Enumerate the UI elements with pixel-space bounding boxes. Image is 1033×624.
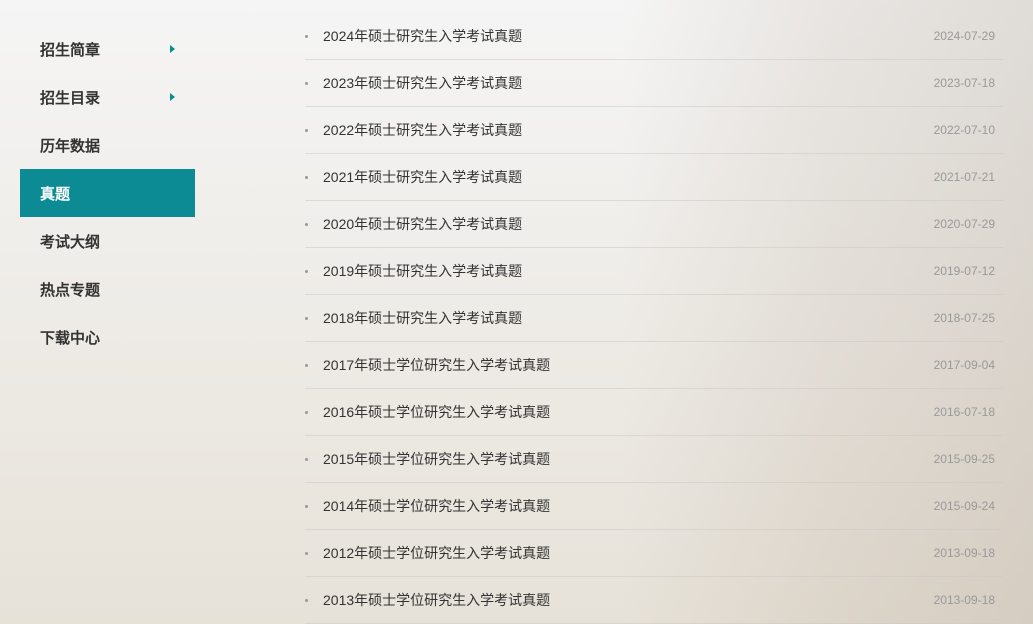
content-list: 2024年硕士研究生入学考试真题 2024-07-29 2023年硕士研究生入学考试…: [305, 25, 1013, 624]
list-item[interactable]: 2012年硕士学位研究生入学考试真题 2013-09-18: [305, 530, 1003, 577]
list-item-left: 2015年硕士学位研究生入学考试真题: [305, 449, 550, 469]
list-item-left: 2014年硕士学位研究生入学考试真题: [305, 496, 550, 516]
list-item[interactable]: 2022年硕士研究生入学考试真题 2022-07-10: [305, 107, 1003, 154]
list-item[interactable]: 2024年硕士研究生入学考试真题 2024-07-29: [305, 13, 1003, 60]
bullet-icon: [305, 129, 308, 132]
sidebar-item-label: 历年数据: [40, 135, 100, 156]
list-item-title: 2012年硕士学位研究生入学考试真题: [323, 543, 550, 563]
list-item-date: 2013-09-18: [934, 546, 1003, 560]
sidebar-item-label: 下载中心: [40, 327, 100, 348]
sidebar-item-6[interactable]: 下载中心: [20, 313, 195, 361]
list-item-left: 2020年硕士研究生入学考试真题: [305, 214, 522, 234]
list-item-date: 2019-07-12: [934, 264, 1003, 278]
list-item-left: 2017年硕士学位研究生入学考试真题: [305, 355, 550, 375]
list-item-title: 2015年硕士学位研究生入学考试真题: [323, 449, 550, 469]
list-item-title: 2023年硕士研究生入学考试真题: [323, 73, 522, 93]
sidebar-item-3[interactable]: 真题: [20, 169, 195, 217]
list-item-date: 2024-07-29: [934, 29, 1003, 43]
list-item[interactable]: 2019年硕士研究生入学考试真题 2019-07-12: [305, 248, 1003, 295]
bullet-icon: [305, 35, 308, 38]
bullet-icon: [305, 364, 308, 367]
bullet-icon: [305, 82, 308, 85]
list-item-date: 2016-07-18: [934, 405, 1003, 419]
list-item-left: 2013年硕士学位研究生入学考试真题: [305, 590, 550, 610]
list-item[interactable]: 2018年硕士研究生入学考试真题 2018-07-25: [305, 295, 1003, 342]
list-item-title: 2013年硕士学位研究生入学考试真题: [323, 590, 550, 610]
list-item-date: 2013-09-18: [934, 593, 1003, 607]
sidebar-item-label: 真题: [40, 183, 70, 204]
list-item-title: 2017年硕士学位研究生入学考试真题: [323, 355, 550, 375]
list-item-left: 2023年硕士研究生入学考试真题: [305, 73, 522, 93]
sidebar-nav: 招生简章招生目录历年数据真题考试大纲热点专题下载中心: [20, 25, 195, 624]
list-item-title: 2022年硕士研究生入学考试真题: [323, 120, 522, 140]
sidebar-item-0[interactable]: 招生简章: [20, 25, 195, 73]
list-item-title: 2024年硕士研究生入学考试真题: [323, 26, 522, 46]
sidebar-item-label: 招生目录: [40, 87, 100, 108]
list-item[interactable]: 2013年硕士学位研究生入学考试真题 2013-09-18: [305, 577, 1003, 624]
list-item-date: 2023-07-18: [934, 76, 1003, 90]
list-item[interactable]: 2015年硕士学位研究生入学考试真题 2015-09-25: [305, 436, 1003, 483]
chevron-right-icon: [170, 93, 175, 101]
sidebar-item-label: 考试大纲: [40, 231, 100, 252]
list-item[interactable]: 2017年硕士学位研究生入学考试真题 2017-09-04: [305, 342, 1003, 389]
sidebar-item-label: 热点专题: [40, 279, 100, 300]
bullet-icon: [305, 270, 308, 273]
sidebar-item-label: 招生简章: [40, 39, 100, 60]
sidebar-item-1[interactable]: 招生目录: [20, 73, 195, 121]
bullet-icon: [305, 458, 308, 461]
list-item-date: 2017-09-04: [934, 358, 1003, 372]
list-item-date: 2015-09-25: [934, 452, 1003, 466]
bullet-icon: [305, 411, 308, 414]
list-item-title: 2021年硕士研究生入学考试真题: [323, 167, 522, 187]
list-item-left: 2016年硕士学位研究生入学考试真题: [305, 402, 550, 422]
sidebar-item-5[interactable]: 热点专题: [20, 265, 195, 313]
bullet-icon: [305, 176, 308, 179]
list-item-title: 2016年硕士学位研究生入学考试真题: [323, 402, 550, 422]
bullet-icon: [305, 317, 308, 320]
bullet-icon: [305, 223, 308, 226]
list-item[interactable]: 2023年硕士研究生入学考试真题 2023-07-18: [305, 60, 1003, 107]
list-item-date: 2018-07-25: [934, 311, 1003, 325]
bullet-icon: [305, 552, 308, 555]
list-item-title: 2020年硕士研究生入学考试真题: [323, 214, 522, 234]
list-item[interactable]: 2021年硕士研究生入学考试真题 2021-07-21: [305, 154, 1003, 201]
bullet-icon: [305, 505, 308, 508]
list-item[interactable]: 2016年硕士学位研究生入学考试真题 2016-07-18: [305, 389, 1003, 436]
list-item-left: 2022年硕士研究生入学考试真题: [305, 120, 522, 140]
list-item-date: 2022-07-10: [934, 123, 1003, 137]
list-item-date: 2015-09-24: [934, 499, 1003, 513]
sidebar-item-2[interactable]: 历年数据: [20, 121, 195, 169]
list-item-left: 2021年硕士研究生入学考试真题: [305, 167, 522, 187]
sidebar-item-4[interactable]: 考试大纲: [20, 217, 195, 265]
list-item-date: 2020-07-29: [934, 217, 1003, 231]
list-item[interactable]: 2014年硕士学位研究生入学考试真题 2015-09-24: [305, 483, 1003, 530]
list-item-left: 2024年硕士研究生入学考试真题: [305, 26, 522, 46]
list-item[interactable]: 2020年硕士研究生入学考试真题 2020-07-29: [305, 201, 1003, 248]
list-item-date: 2021-07-21: [934, 170, 1003, 184]
chevron-right-icon: [170, 45, 175, 53]
list-item-title: 2019年硕士研究生入学考试真题: [323, 261, 522, 281]
list-item-title: 2014年硕士学位研究生入学考试真题: [323, 496, 550, 516]
bullet-icon: [305, 599, 308, 602]
list-item-left: 2019年硕士研究生入学考试真题: [305, 261, 522, 281]
list-item-left: 2012年硕士学位研究生入学考试真题: [305, 543, 550, 563]
list-item-left: 2018年硕士研究生入学考试真题: [305, 308, 522, 328]
list-item-title: 2018年硕士研究生入学考试真题: [323, 308, 522, 328]
